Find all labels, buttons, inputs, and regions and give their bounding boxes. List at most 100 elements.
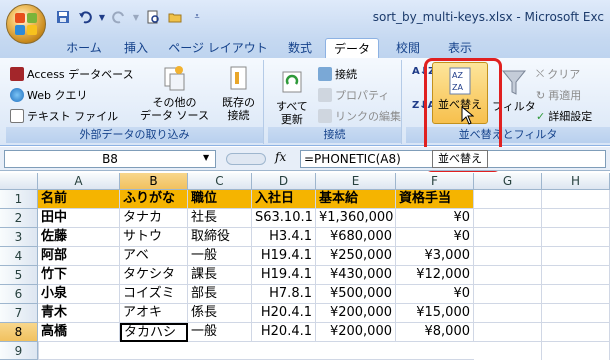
table-cell[interactable]: ¥200,000 — [316, 304, 396, 323]
column-header-h[interactable]: H — [542, 173, 610, 190]
table-cell[interactable]: タナカ — [120, 209, 188, 228]
table-cell[interactable]: 小泉 — [38, 285, 120, 304]
table-cell[interactable]: 社長 — [188, 209, 252, 228]
table-cell[interactable]: 高橋 — [38, 323, 120, 342]
chevron-down-icon[interactable]: ▼ — [98, 8, 106, 26]
row-header-5[interactable]: 5 — [0, 266, 38, 285]
row-header-7[interactable]: 7 — [0, 304, 38, 323]
open-icon[interactable] — [166, 8, 184, 26]
splitter-handle[interactable] — [226, 153, 266, 165]
table-header-cell[interactable]: 資格手当 — [396, 190, 474, 209]
tab-page-layout[interactable]: ページ レイアウト — [166, 38, 270, 58]
name-box[interactable]: B8 — [4, 150, 216, 168]
row-header-3[interactable]: 3 — [0, 228, 38, 247]
reapply-button[interactable]: ↻ 再適用 — [536, 87, 581, 103]
clear-button[interactable]: ⛌ クリア — [536, 66, 580, 82]
column-header-g[interactable]: G — [474, 173, 542, 190]
table-cell[interactable]: H20.4.1 — [252, 304, 316, 323]
table-cell[interactable]: ¥250,000 — [316, 247, 396, 266]
tab-home[interactable]: ホーム — [62, 38, 106, 58]
row-header-1[interactable]: 1 — [0, 190, 38, 209]
tab-formulas[interactable]: 数式 — [280, 38, 320, 58]
text-file-label: テキスト ファイル — [27, 110, 119, 123]
table-cell[interactable]: 取締役 — [188, 228, 252, 247]
properties-button[interactable]: プロパティ — [318, 87, 389, 103]
table-cell[interactable]: 田中 — [38, 209, 120, 228]
table-cell[interactable]: アオキ — [120, 304, 188, 323]
redo-icon[interactable] — [110, 8, 128, 26]
table-cell[interactable]: ¥500,000 — [316, 285, 396, 304]
sort-tooltip: 並べ替え — [432, 150, 488, 168]
existing-connections-button[interactable]: 既存の 接続 — [222, 64, 255, 122]
print-preview-icon[interactable] — [144, 8, 162, 26]
table-cell[interactable]: ¥200,000 — [316, 323, 396, 342]
table-cell[interactable]: アベ — [120, 247, 188, 266]
table-header-cell[interactable]: ふりがな — [120, 190, 188, 209]
chevron-down-icon[interactable]: ▼ — [132, 8, 140, 26]
table-cell[interactable]: ¥3,000 — [396, 247, 474, 266]
row-header-8[interactable]: 8 — [0, 323, 38, 342]
save-icon[interactable] — [54, 8, 72, 26]
fx-icon[interactable]: fx — [275, 150, 286, 164]
select-all-corner[interactable] — [0, 173, 38, 190]
access-database-button[interactable]: Access データベース — [10, 66, 134, 82]
table-header-cell[interactable]: 基本給 — [316, 190, 396, 209]
column-header-a[interactable]: A — [38, 173, 120, 190]
table-cell[interactable]: 部長 — [188, 285, 252, 304]
table-cell[interactable]: 係長 — [188, 304, 252, 323]
row-header-6[interactable]: 6 — [0, 285, 38, 304]
table-cell[interactable]: ¥1,360,000 — [316, 209, 396, 228]
table-cell[interactable]: H19.4.1 — [252, 247, 316, 266]
tab-review[interactable]: 校閲 — [388, 38, 428, 58]
table-cell[interactable]: 阿部 — [38, 247, 120, 266]
table-cell[interactable]: ¥430,000 — [316, 266, 396, 285]
table-cell[interactable]: H7.8.1 — [252, 285, 316, 304]
column-header-b[interactable]: B — [120, 173, 188, 190]
table-cell[interactable]: ¥12,000 — [396, 266, 474, 285]
table-cell[interactable]: 課長 — [188, 266, 252, 285]
column-header-d[interactable]: D — [252, 173, 316, 190]
table-cell[interactable]: タケシタ — [120, 266, 188, 285]
table-header-cell[interactable]: 入社日 — [252, 190, 316, 209]
table-cell[interactable]: ¥680,000 — [316, 228, 396, 247]
table-header-cell[interactable]: 名前 — [38, 190, 120, 209]
table-cell[interactable]: H20.4.1 — [252, 323, 316, 342]
row-header-2[interactable]: 2 — [0, 209, 38, 228]
customize-icon[interactable]: ⩡ — [188, 8, 206, 26]
column-header-f[interactable]: F — [396, 173, 474, 190]
connections-button[interactable]: 接続 — [318, 66, 357, 82]
table-cell[interactable]: タカハシ — [120, 323, 188, 342]
table-cell[interactable]: 一般 — [188, 323, 252, 342]
table-cell[interactable]: 竹下 — [38, 266, 120, 285]
table-cell[interactable]: 一般 — [188, 247, 252, 266]
table-cell[interactable]: ¥0 — [396, 228, 474, 247]
column-header-e[interactable]: E — [316, 173, 396, 190]
undo-icon[interactable] — [76, 8, 94, 26]
table-cell[interactable]: 佐藤 — [38, 228, 120, 247]
refresh-all-button[interactable]: すべて 更新 — [276, 68, 308, 126]
table-cell[interactable]: サトウ — [120, 228, 188, 247]
table-cell[interactable]: S63.10.1 — [252, 209, 316, 228]
advanced-filter-button[interactable]: ✓ 詳細設定 — [536, 108, 592, 124]
column-header-c[interactable]: C — [188, 173, 252, 190]
other-sources-button[interactable]: その他の データ ソース — [140, 64, 209, 122]
office-button[interactable] — [6, 4, 46, 44]
table-cell[interactable]: ¥15,000 — [396, 304, 474, 323]
table-cell[interactable]: H19.4.1 — [252, 266, 316, 285]
table-cell[interactable]: ¥8,000 — [396, 323, 474, 342]
row-header-9[interactable]: 9 — [0, 342, 38, 360]
web-query-button[interactable]: Web クエリ — [10, 87, 87, 103]
tab-insert[interactable]: 挿入 — [116, 38, 156, 58]
table-cell[interactable]: 青木 — [38, 304, 120, 323]
edit-links-button[interactable]: リンクの編集 — [318, 108, 401, 124]
tab-data[interactable]: データ — [325, 38, 379, 58]
text-file-button[interactable]: テキスト ファイル — [10, 108, 118, 124]
row-header-4[interactable]: 4 — [0, 247, 38, 266]
chevron-down-icon[interactable]: ▼ — [203, 153, 209, 162]
table-cell[interactable]: H3.4.1 — [252, 228, 316, 247]
table-cell[interactable]: ¥0 — [396, 209, 474, 228]
tab-view[interactable]: 表示 — [440, 38, 480, 58]
table-cell[interactable]: コイズミ — [120, 285, 188, 304]
table-header-cell[interactable]: 職位 — [188, 190, 252, 209]
table-cell[interactable]: ¥0 — [396, 285, 474, 304]
